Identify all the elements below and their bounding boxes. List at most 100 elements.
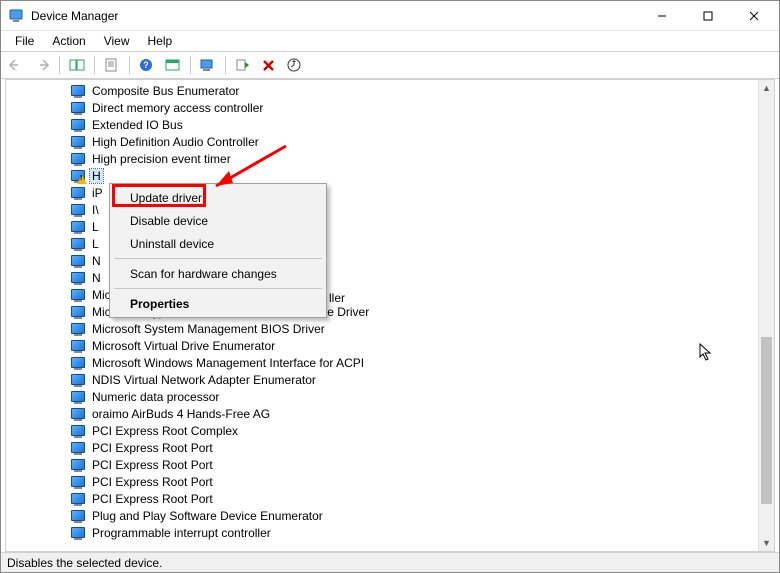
show-hide-console-button[interactable] [66, 54, 88, 76]
device-icon [70, 152, 86, 166]
back-button[interactable] [5, 54, 27, 76]
device-icon [70, 492, 86, 506]
tree-item-label: Direct memory access controller [90, 101, 265, 115]
tree-item[interactable]: Extended IO Bus [10, 116, 758, 133]
tree-item[interactable]: PCI Express Root Port [10, 473, 758, 490]
tree-item[interactable]: High Definition Audio Controller [10, 133, 758, 150]
warning-icon [77, 175, 87, 184]
device-icon [70, 339, 86, 353]
menu-help[interactable]: Help [140, 33, 181, 49]
tree-item-label: Microsoft Virtual Drive Enumerator [90, 339, 277, 353]
device-icon [70, 220, 86, 234]
toolbar: ? [1, 51, 779, 79]
tree-item[interactable]: High precision event timer [10, 150, 758, 167]
toolbar-separator [59, 56, 60, 74]
tree-item-label: Microsoft System Management BIOS Driver [90, 322, 327, 336]
tree-item[interactable]: PCI Express Root Port [10, 490, 758, 507]
toolbar-separator [190, 56, 191, 74]
menu-bar: File Action View Help [1, 31, 779, 51]
device-icon [70, 458, 86, 472]
tree-item-label: Programmable interrupt controller [90, 526, 273, 540]
device-icon [70, 186, 86, 200]
update-driver-button[interactable] [284, 54, 306, 76]
device-icon [70, 407, 86, 421]
device-icon [70, 288, 86, 302]
tree-item-label: I\ [90, 203, 101, 217]
help-button[interactable]: ? [136, 54, 158, 76]
toolbar-separator [225, 56, 226, 74]
tree-item[interactable]: NDIS Virtual Network Adapter Enumerator [10, 371, 758, 388]
obscured-tree-label-tail: ller [329, 291, 345, 305]
tree-item[interactable]: PCI Express Root Complex [10, 422, 758, 439]
context-item-label: Uninstall device [130, 237, 214, 251]
tree-item[interactable]: Plug and Play Software Device Enumerator [10, 507, 758, 524]
context-scan-hardware[interactable]: Scan for hardware changes [112, 262, 324, 285]
device-icon [70, 135, 86, 149]
context-disable-device[interactable]: Disable device [112, 209, 324, 232]
device-icon [70, 237, 86, 251]
context-properties[interactable]: Properties [112, 292, 324, 315]
tree-item-label: Plug and Play Software Device Enumerator [90, 509, 325, 523]
toolbar-separator [94, 56, 95, 74]
enable-device-button[interactable] [232, 54, 254, 76]
tree-item-label: iP [90, 186, 105, 200]
tree-item[interactable]: Microsoft System Management BIOS Driver [10, 320, 758, 337]
scroll-track[interactable] [759, 96, 774, 535]
tree-item-label: PCI Express Root Complex [90, 424, 240, 438]
device-icon [70, 84, 86, 98]
scroll-up-button[interactable]: ▲ [759, 80, 774, 96]
tree-item[interactable]: Direct memory access controller [10, 99, 758, 116]
close-button[interactable] [731, 1, 777, 31]
maximize-button[interactable] [685, 1, 731, 31]
device-icon [70, 441, 86, 455]
status-bar: Disables the selected device. [1, 552, 779, 572]
tree-item-label: PCI Express Root Port [90, 492, 215, 506]
scroll-down-button[interactable]: ▼ [759, 535, 774, 551]
menu-file[interactable]: File [7, 33, 42, 49]
device-icon [70, 203, 86, 217]
tree-item-label: L [90, 220, 101, 234]
device-icon [70, 305, 86, 319]
tree-item[interactable]: Composite Bus Enumerator [10, 82, 758, 99]
device-icon [70, 475, 86, 489]
tree-item[interactable]: oraimo AirBuds 4 Hands-Free AG [10, 405, 758, 422]
context-item-label: Scan for hardware changes [130, 267, 277, 281]
tree-item-label: L [90, 237, 101, 251]
action-button[interactable] [162, 54, 184, 76]
minimize-button[interactable] [639, 1, 685, 31]
tree-item-label: oraimo AirBuds 4 Hands-Free AG [90, 407, 272, 421]
device-icon [70, 322, 86, 336]
title-bar: Device Manager [1, 1, 779, 31]
toolbar-separator [129, 56, 130, 74]
uninstall-device-button[interactable] [258, 54, 280, 76]
tree-item[interactable]: Microsoft Virtual Drive Enumerator [10, 337, 758, 354]
tree-item-label: PCI Express Root Port [90, 475, 215, 489]
tree-item[interactable]: H [10, 167, 758, 184]
tree-item-label: Extended IO Bus [90, 118, 185, 132]
device-icon [70, 118, 86, 132]
tree-item[interactable]: Numeric data processor [10, 388, 758, 405]
tree-item[interactable]: PCI Express Root Port [10, 456, 758, 473]
tree-item-label: N [90, 254, 103, 268]
vertical-scrollbar[interactable]: ▲ ▼ [758, 80, 774, 551]
device-icon [70, 101, 86, 115]
tree-item-label: PCI Express Root Port [90, 458, 215, 472]
status-text: Disables the selected device. [7, 556, 162, 570]
tree-item[interactable]: PCI Express Root Port [10, 439, 758, 456]
context-uninstall-device[interactable]: Uninstall device [112, 232, 324, 255]
scan-hardware-button[interactable] [197, 54, 219, 76]
tree-item-label: NDIS Virtual Network Adapter Enumerator [90, 373, 318, 387]
properties-button[interactable] [101, 54, 123, 76]
forward-button[interactable] [31, 54, 53, 76]
tree-item[interactable]: Programmable interrupt controller [10, 524, 758, 541]
scroll-thumb[interactable] [761, 337, 772, 504]
tree-item-label: PCI Express Root Port [90, 441, 215, 455]
context-update-driver[interactable]: Update driver [112, 186, 324, 209]
device-icon [70, 271, 86, 285]
tree-item[interactable]: Microsoft Windows Management Interface f… [10, 354, 758, 371]
context-item-label: Disable device [130, 214, 208, 228]
menu-action[interactable]: Action [44, 33, 93, 49]
tree-item-label: Microsoft Windows Management Interface f… [90, 356, 366, 370]
context-menu: Update driver Disable device Uninstall d… [109, 183, 327, 318]
menu-view[interactable]: View [96, 33, 138, 49]
